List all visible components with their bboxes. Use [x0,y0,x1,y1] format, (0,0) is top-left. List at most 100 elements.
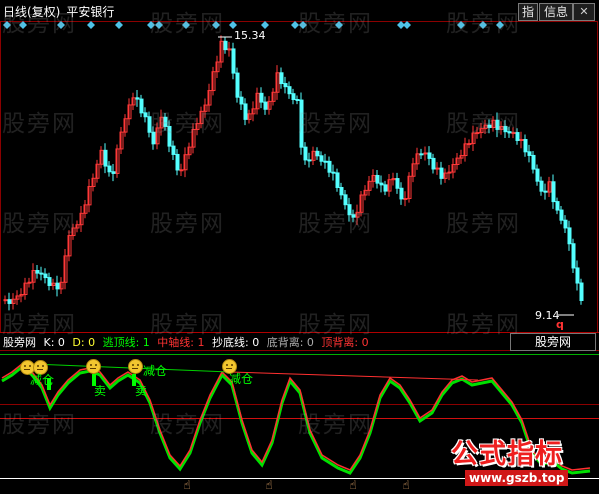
candle-body [403,198,408,201]
candle-body [395,178,400,189]
diamond-marker [403,21,411,29]
diamond-marker [496,21,504,29]
candle-body [259,92,264,103]
hand-pointer-icon: ☝ [402,478,410,492]
diamond-marker [212,21,220,29]
indicator-button[interactable]: 指 [518,3,538,21]
info-button[interactable]: 信息 [539,3,573,21]
candle-body [439,167,444,179]
divergence-line [229,371,479,381]
diamond-marker [261,21,269,29]
diamond-marker [479,21,487,29]
indicator-header: 股旁网 K: 0 D: 0 逃顶线: 1 中轴线: 1 抄底线: 0 底背离: … [3,336,373,349]
chart-window: 日线(复权) 平安银行 指 信息 ✕ 15.34 9.14 q 股旁网 K: 0 … [0,0,599,494]
diamond-marker [335,21,343,29]
candle-body [167,125,172,147]
gszb-logo: 公式指标 www.gszb.top [447,432,595,490]
diamond-marker [291,21,299,29]
candle-body [3,299,8,302]
candle-body [487,124,492,128]
sell-signal: 卖 [94,384,107,398]
candle-body [331,171,336,174]
diamond-marker [155,21,163,29]
candle-body [515,132,520,141]
candle-body [571,243,576,269]
candle-body [423,152,428,155]
candle-body [139,98,144,114]
candle-body [319,155,324,162]
hand-pointer-icon: ☝ [349,478,357,492]
candle-body [27,281,32,284]
candle-body [39,272,44,275]
period-label[interactable]: 日线(复权) [3,5,60,19]
top-divergence-value: 顶背离: 0 [321,336,369,349]
diamond-marker [19,21,27,29]
mid-axis-value: 中轴线: 1 [157,336,205,349]
candle-body [511,132,516,135]
logo-url: www.gszb.top [465,470,569,486]
bottom-fish-value: 抄底线: 0 [212,336,260,349]
candle-body [295,99,300,102]
candle-body [143,112,148,118]
candle-body [107,165,112,173]
candle-body [315,150,320,157]
candle-body [575,267,580,284]
candle-body [343,194,348,206]
candle-body [495,119,500,130]
candle-body [7,299,12,304]
candle-body [179,169,184,172]
candle-body [431,157,436,170]
candle-body [527,151,532,156]
candle-body [151,131,156,145]
close-button[interactable]: ✕ [573,3,595,21]
stock-name[interactable]: 平安银行 [66,5,114,19]
candle-body [43,273,48,279]
candle-body [111,171,116,174]
candle-body [563,219,568,229]
diamond-marker [115,21,123,29]
reduce-position-signal: 减仓 [143,364,168,378]
candle-body [103,149,108,167]
candle-body [579,282,584,302]
hand-pointer-icon: ☝ [183,478,191,492]
candle-body [55,282,60,290]
indicator-name[interactable]: 股旁网 [3,336,36,349]
candle-body [399,187,404,200]
candle-body [227,48,232,51]
candle-body [467,143,472,146]
candle-body [283,83,288,88]
candle-body [475,132,480,135]
d-value: D: 0 [72,336,96,349]
reduce-position-signal: 减仓 [229,372,254,386]
candle-body [235,72,240,98]
candle-body [555,201,560,211]
candle-body [507,131,512,134]
logo-title: 公式指标 [451,439,563,470]
candle-body [339,186,344,196]
diamond-marker [3,21,11,29]
k-value: K: 0 [43,336,65,349]
sell-signal: 卖 [135,384,148,398]
kline-chart[interactable] [0,0,599,494]
candle-body [291,93,296,101]
candle-body [223,40,228,51]
hand-pointer-icon: ☝ [265,478,273,492]
candle-body [535,168,540,182]
candle-body [239,96,244,105]
candle-body [287,86,292,95]
chart-title: 日线(复权) 平安银行 [3,3,114,20]
candle-body [47,277,52,286]
diamond-marker [457,21,465,29]
candle-body [147,116,152,133]
candle-body [135,97,140,100]
candle-body [523,139,528,153]
candle-body [323,160,328,163]
main-panel-frame [0,21,598,333]
candle-body [539,180,544,192]
indicator-selector[interactable]: 股旁网 [510,333,596,351]
candle-body [347,204,352,216]
candle-body [303,146,308,161]
candle-body [435,167,440,170]
candle-body [503,126,508,133]
candle-body [375,174,380,184]
